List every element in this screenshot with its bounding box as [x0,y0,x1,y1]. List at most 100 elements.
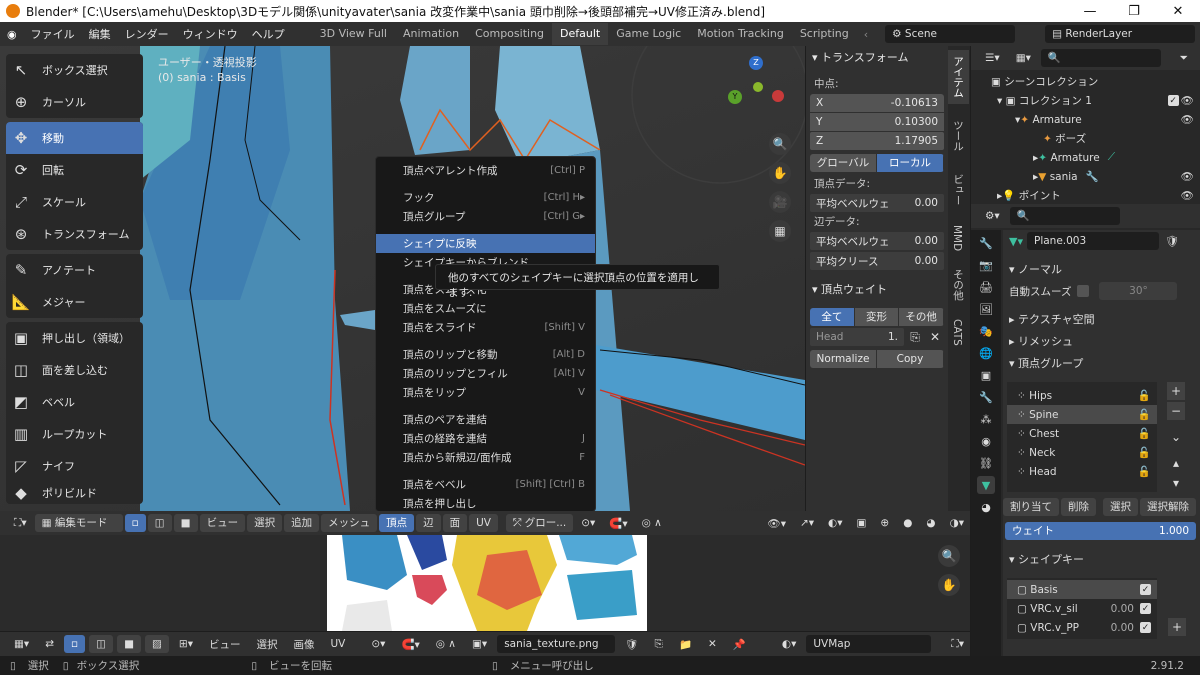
uv-face-mode[interactable]: ■ [117,635,141,653]
uv-menu-view[interactable]: ビュー [203,637,247,652]
assign-button[interactable]: 割り当て [1003,498,1059,516]
outliner-display-icon[interactable]: ▦▾ [1010,52,1037,64]
normalize-button[interactable]: Normalize [810,350,877,368]
eye-icon[interactable]: 👁 [1181,94,1194,107]
select-button[interactable]: 選択 [1103,498,1138,516]
remove-button[interactable]: 削除 [1061,498,1096,516]
uv-menu-uv[interactable]: UV [324,638,351,650]
header-menu-view[interactable]: ビュー [199,514,246,532]
uv-sync-icon[interactable]: ⇄ [39,638,60,650]
xray-icon[interactable]: ▣ [850,517,872,529]
outliner-scene-collection[interactable]: ▣ シーンコレクション [971,72,1200,91]
view-layer-icon[interactable]: 🖼 [977,300,995,318]
uv-vertex-mode[interactable]: ▫ [64,635,86,653]
lock-icon[interactable]: 🔓 [1138,427,1151,440]
modifier-props-icon[interactable]: 🔧 [977,388,995,406]
maximize-button[interactable]: ❐ [1112,4,1156,19]
shape-key-checkbox[interactable]: ✓ [1140,622,1151,633]
local-toggle[interactable]: ローカル [877,154,944,172]
header-menu-face[interactable]: 面 [442,514,468,532]
move-down-icon[interactable]: ▾ [1167,474,1185,492]
outliner-pose[interactable]: ✦ ボーズ [971,129,1200,148]
remesh-panel[interactable]: ▸ リメッシュ [1003,330,1200,352]
outliner-collection[interactable]: ▾ ▣ コレクション 1 ✓ 👁 [971,91,1200,110]
workspace-tab[interactable]: Motion Tracking [689,23,792,45]
menu-item-make-vertex-parent[interactable]: 頂点ペアレント作成 [Ctrl] P [376,161,595,180]
eye-icon[interactable]: 👁 [1181,170,1194,183]
menu-item-rip[interactable]: 頂点をリップ V [376,383,595,402]
fake-user-shield-icon[interactable]: 🛡 [1165,235,1179,248]
image-name-field[interactable]: sania_texture.png [497,635,616,653]
uv-menu-image[interactable]: 画像 [287,637,320,652]
menu-item-shape-propagate[interactable]: シェイプに反映 [376,234,595,253]
header-menu-uv[interactable]: UV [469,514,498,532]
shading-rendered-icon[interactable]: ◑▾ [944,517,970,529]
uv-pivot-icon[interactable]: ⊙▾ [365,638,391,650]
menu-item-connect-pair[interactable]: 頂点のペアを連結 [376,410,595,429]
vertex-group-item[interactable]: ⁘ Head 🔓 [1007,462,1157,481]
shading-material-icon[interactable]: ◕ [920,517,941,529]
lock-icon[interactable]: 🔓 [1138,446,1151,459]
menu-item-rip-fill[interactable]: 頂点のリップとフィル [Alt] V [376,364,595,383]
outliner-sania[interactable]: ▸ ▼ sania 🔧 👁 [971,167,1200,186]
angle-field[interactable]: 30° [1099,282,1178,300]
global-toggle[interactable]: グローバル [810,154,877,172]
menu-edit[interactable]: 編集 [82,26,118,42]
close-button[interactable]: ✕ [1156,4,1200,19]
outliner-search[interactable]: 🔍 [1040,49,1161,67]
tool-knife[interactable]: ◸ ナイフ [6,450,143,482]
tool-inset[interactable]: ◫ 面を差し込む [6,354,143,386]
tab-mmd[interactable]: MMD [948,219,966,257]
lock-icon[interactable]: 🔓 [1138,408,1151,421]
snap-icon[interactable]: 🧲▾ [603,517,633,530]
filter-deform-tab[interactable]: 変形 [854,308,900,326]
header-menu-mesh[interactable]: メッシュ [321,514,378,532]
tool-rotate[interactable]: ⟳ 回転 [6,154,143,186]
vertex-select-mode[interactable]: ▫ [124,514,146,532]
tool-box-select[interactable]: ↖ ボックス選択 [6,54,143,86]
header-menu-select[interactable]: 選択 [247,514,283,532]
properties-editor-icon[interactable]: ⚙▾ [979,210,1006,222]
gizmo-y-axis[interactable]: Y [728,90,742,104]
uv-snap-icon[interactable]: 🧲▾ [395,638,425,651]
render-props-icon[interactable]: 📷 [977,256,995,274]
copy-button[interactable]: Copy [877,350,944,368]
delete-weight-icon[interactable]: ✕ [926,328,944,346]
tool-bevel[interactable]: ◩ ベベル [6,386,143,418]
properties-search[interactable]: 🔍 [1009,207,1120,225]
filter-all-tab[interactable]: 全て [810,308,855,326]
world-props-icon[interactable]: 🌐 [977,344,995,362]
vertex-group-item[interactable]: ⁘ Hips 🔓 [1007,386,1157,405]
uv-display-icon[interactable]: ⛶▾ [945,638,970,651]
workspace-tab[interactable]: Animation [395,23,467,45]
unlink-image-icon[interactable]: ✕ [702,638,723,650]
lock-icon[interactable]: 🔓 [1138,389,1151,402]
uv-overlay-icon[interactable]: ◐▾ [776,638,802,650]
proportional-icon[interactable]: ◎ ∧ [636,517,668,529]
tool-measure[interactable]: 📐 メジャー [6,286,143,318]
vertex-weights-panel-header[interactable]: ▾ 頂点ウェイト [806,278,948,300]
tool-polybuild[interactable]: ◆ ポリビルド [6,482,143,504]
menu-file[interactable]: ファイル [24,26,82,42]
add-shape-key-icon[interactable]: + [1168,618,1186,636]
editor-type-icon[interactable]: ⛶▾ [8,517,33,530]
workspace-tab[interactable]: Game Logic [608,23,689,45]
uv-editor-type-icon[interactable]: ▦▾ [8,638,35,650]
eye-icon[interactable]: 👁 [1181,189,1194,202]
ortho-grid-icon[interactable]: ▦ [769,220,791,242]
constraints-icon[interactable]: ⛓ [977,454,995,472]
vertex-group-item[interactable]: ⁘ Neck 🔓 [1007,443,1157,462]
scene-props-icon[interactable]: 🎭 [977,322,995,340]
material-icon[interactable]: ◕ [977,498,995,516]
outliner-filter-icon[interactable]: ⏷ [1174,52,1194,65]
physics-icon[interactable]: ◉ [977,432,995,450]
tool-extrude[interactable]: ▣ 押し出し（領域） [6,322,143,354]
deselect-button[interactable]: 選択解除 [1140,498,1196,516]
header-menu-add[interactable]: 追加 [284,514,320,532]
open-image-icon[interactable]: 📁 [673,638,698,651]
outliner-editor-icon[interactable]: ☰▾ [979,52,1006,64]
vertex-group-item-selected[interactable]: ⁘ Spine 🔓 [1007,405,1157,424]
uv-edge-mode[interactable]: ◫ [89,635,114,653]
menu-item-vertex-groups[interactable]: 頂点グループ [Ctrl] G▸ [376,207,595,226]
outliner-point[interactable]: ▸ 💡 ポイント 👁 [971,186,1200,205]
